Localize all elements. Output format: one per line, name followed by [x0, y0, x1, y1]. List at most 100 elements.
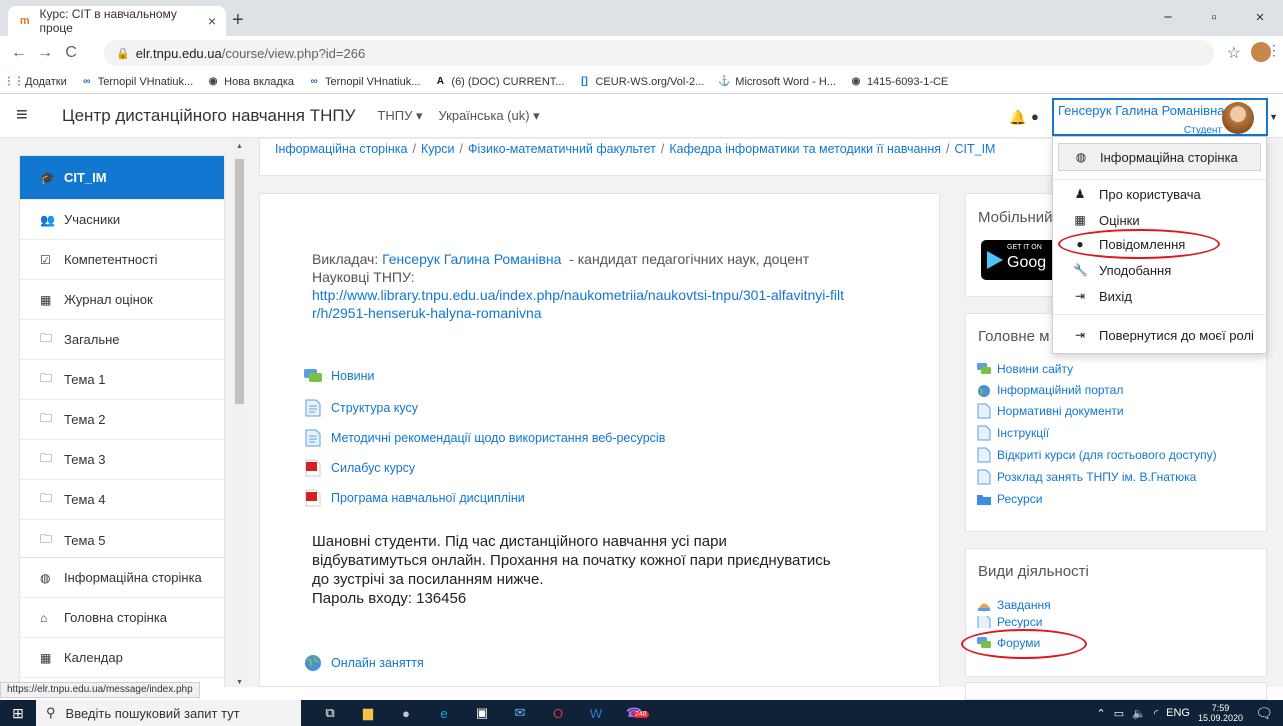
menu-item-return-role[interactable]: ⇥ Повернутися до моєї ролі	[1053, 323, 1266, 347]
site-name[interactable]: Центр дистанційного навчання ТНПУ	[62, 106, 355, 126]
store-icon[interactable]: ▣	[467, 703, 497, 723]
bookmark-item[interactable]: ⋮⋮ Додатки	[4, 76, 67, 88]
chrome-menu-icon[interactable]: ⋮	[1267, 42, 1281, 59]
windows-start-icon[interactable]: ⊞	[0, 700, 36, 726]
breadcrumb-item[interactable]: Фізико-математичний факультет	[468, 142, 656, 156]
activity-label: Силабус курсу	[331, 461, 416, 475]
language-indicator[interactable]: ENG	[1166, 707, 1190, 719]
drawer-item-topic-3[interactable]: 🗀 Тема 3	[20, 440, 224, 480]
drawer-item-calendar[interactable]: ▦ Календар	[20, 638, 224, 678]
drawer-item-competencies[interactable]: ☑ Компетентності	[20, 240, 224, 280]
notifications-icon[interactable]: 🗨	[1255, 705, 1273, 722]
clock[interactable]: 7:59 15.09.2020	[1198, 703, 1243, 723]
hamburger-menu-icon[interactable]: ≡	[16, 104, 46, 127]
drawer-item-topic-1[interactable]: 🗀 Тема 1	[20, 360, 224, 400]
word-icon[interactable]: W	[581, 703, 611, 723]
bookmark-item[interactable]: ∞ Ternopil VHnatiuk...	[308, 76, 420, 88]
breadcrumb-item[interactable]: Кафедра інформатики та методики її навча…	[669, 142, 941, 156]
menu-item-label: Вихід	[1099, 288, 1132, 304]
file-explorer-icon[interactable]: ▆	[353, 703, 383, 723]
drawer-scrollbar[interactable]: ▲ ▼	[233, 139, 246, 687]
activities-link[interactable]: Ресурси	[977, 616, 1042, 628]
drawer-item-grades[interactable]: ▦ Журнал оцінок	[20, 280, 224, 320]
mainmenu-link[interactable]: Інструкції	[977, 425, 1049, 441]
bookmark-label: Ternopil VHnatiuk...	[97, 75, 194, 88]
volume-icon[interactable]: 🔈	[1132, 707, 1146, 720]
drawer-item-general[interactable]: 🗀 Загальне	[20, 320, 224, 360]
activity-online-class[interactable]: Онлайн заняття	[303, 653, 424, 673]
folder-icon: 🗀	[40, 531, 53, 546]
calendar-icon: ▦	[40, 650, 52, 665]
app-icon[interactable]: ●	[391, 703, 421, 723]
ceur-logo-icon: []	[581, 76, 588, 87]
message-icon[interactable]: ●	[1031, 109, 1039, 124]
user-menu-toggle[interactable]: Генсерук Галина Романівна Студент ▼	[1052, 98, 1278, 136]
activity-news[interactable]: Новини	[303, 366, 375, 386]
activity-guidelines[interactable]: Методичні рекомендації щодо використання…	[303, 428, 665, 448]
wrench-icon: 🔧	[1073, 263, 1088, 277]
mail-icon[interactable]: ✉	[505, 703, 535, 723]
opera-icon[interactable]: O	[543, 703, 573, 723]
google-play-badge[interactable]: GET IT ON Goog	[981, 240, 1057, 280]
menu-item-preferences[interactable]: 🔧 Уподобання	[1053, 258, 1266, 282]
chevron-up-icon[interactable]: ⌃	[1097, 707, 1106, 720]
edge-icon[interactable]: e	[429, 703, 459, 723]
drawer-item-dashboard[interactable]: ◍ Інформаційна сторінка	[20, 558, 224, 598]
restore-button[interactable]: ▫	[1191, 0, 1237, 34]
activity-structure[interactable]: Структура кусу	[303, 398, 418, 418]
breadcrumb-item[interactable]: Курси	[421, 142, 455, 156]
menu-item-grades[interactable]: ▦ Оцінки	[1053, 208, 1266, 232]
bookmark-item[interactable]: ⚓ Microsoft Word - H...	[718, 76, 836, 88]
menu-item-logout[interactable]: ⇥ Вихід	[1053, 284, 1266, 308]
activities-link[interactable]: Завдання	[977, 597, 1051, 613]
tab-close-icon[interactable]: ×	[208, 13, 216, 29]
activity-program[interactable]: Програма навчальної дисципліни	[303, 488, 525, 508]
breadcrumb-item[interactable]: CIT_IM	[955, 142, 996, 156]
bookmark-item[interactable]: ◉ 1415-6093-1-CE	[850, 76, 949, 88]
drawer-item-course[interactable]: 🎓 CIT_IM	[20, 156, 224, 200]
bookmark-item[interactable]: A (6) (DOC) CURRENT...	[434, 76, 565, 88]
drawer-item-topic-2[interactable]: 🗀 Тема 2	[20, 400, 224, 440]
mainmenu-link[interactable]: Нормативні документи	[977, 403, 1124, 419]
drawer-item-topic-5[interactable]: 🗀 Тема 5	[20, 520, 224, 560]
task-view-icon[interactable]: ⧉	[315, 703, 345, 723]
mainmenu-link[interactable]: Інформаційний портал	[977, 382, 1123, 398]
browser-tab[interactable]: m Курс: CIT в навчальному проце ×	[8, 6, 226, 36]
breadcrumb-item[interactable]: Інформаційна сторінка	[275, 142, 407, 156]
notification-badge: 248	[633, 711, 649, 718]
wifi-icon[interactable]: ◜	[1154, 707, 1158, 720]
page-icon	[977, 447, 991, 463]
viber-icon[interactable]: ☎248	[619, 703, 649, 723]
mainmenu-link[interactable]: Розклад занять ТНПУ ім. В.Гнатюка	[977, 469, 1196, 485]
forward-arrow-icon[interactable]: →	[32, 44, 58, 62]
scroll-up-icon[interactable]: ▲	[236, 143, 243, 150]
bookmark-item[interactable]: ◉ Нова вкладка	[207, 76, 294, 88]
minimize-button[interactable]: −	[1145, 0, 1191, 34]
language-menu[interactable]: Українська (uk) ▾	[438, 108, 539, 124]
mainmenu-link[interactable]: Відкриті курси (для гостьового доступу)	[977, 447, 1217, 463]
battery-icon[interactable]: ▭	[1114, 707, 1124, 720]
mainmenu-link[interactable]: Новини сайту	[977, 361, 1073, 377]
back-arrow-icon[interactable]: ←	[6, 44, 32, 62]
teacher-name-link[interactable]: Генсерук Галина Романівна	[382, 251, 561, 267]
activity-syllabus[interactable]: Силабус курсу	[303, 458, 415, 478]
menu-item-dashboard[interactable]: ◍ Інформаційна сторінка	[1058, 143, 1261, 171]
scroll-down-icon[interactable]: ▼	[236, 679, 243, 686]
close-window-button[interactable]: ×	[1237, 0, 1283, 34]
taskbar-search-input[interactable]: ⚲ Введіть пошуковий запит тут	[36, 700, 301, 726]
bell-icon[interactable]: 🔔	[1009, 109, 1026, 126]
new-tab-button[interactable]: +	[232, 9, 244, 32]
bookmark-star-icon[interactable]: ☆	[1227, 43, 1241, 63]
drawer-item-topic-4[interactable]: 🗀 Тема 4	[20, 480, 224, 520]
menu-item-profile[interactable]: ♟ Про користувача	[1053, 182, 1266, 206]
reload-icon[interactable]: C	[58, 44, 84, 62]
bookmark-item[interactable]: [] CEUR-WS.org/Vol-2...	[578, 76, 704, 88]
drawer-item-participants[interactable]: 👥 Учасники	[20, 200, 224, 240]
scrollbar-thumb[interactable]	[235, 159, 244, 404]
bookmark-item[interactable]: ∞ Ternopil VHnatiuk...	[81, 76, 193, 88]
custom-menu-tnpu[interactable]: ТНПУ ▾	[377, 108, 422, 124]
mainmenu-link[interactable]: Ресурси	[977, 491, 1042, 507]
drawer-item-home[interactable]: ⌂ Головна сторінка	[20, 598, 224, 638]
url-input[interactable]: 🔒 elr.tnpu.edu.ua /course/view.php?id=26…	[104, 40, 1214, 66]
scholars-link[interactable]: http://www.library.tnpu.edu.ua/index.php…	[312, 286, 852, 322]
